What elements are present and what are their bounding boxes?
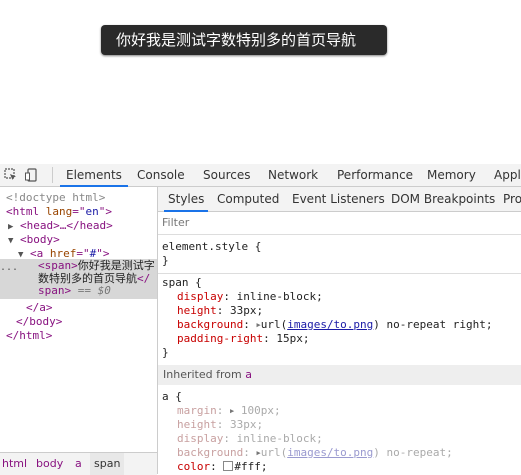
inherited-section-header: Inherited from a: [158, 365, 521, 385]
url-prefix: url(: [260, 318, 288, 331]
property-name: margin: [177, 404, 217, 417]
devtools-main-toolbar: Elements Console Sources Network Perform…: [0, 164, 521, 187]
html-lang-attr: lang: [45, 205, 73, 218]
a-rule: a { margin: ▶ 100px; height: 33px; displ…: [158, 389, 521, 474]
inspect-element-icon[interactable]: [4, 168, 18, 182]
inherited-from-link[interactable]: a: [245, 368, 252, 381]
devtools: Elements Console Sources Network Perform…: [0, 164, 521, 475]
rule-close-brace: }: [162, 254, 169, 267]
collapse-triangle-icon[interactable]: ▼: [8, 236, 13, 246]
property-name: display: [177, 290, 224, 303]
tab-application[interactable]: Appli: [494, 164, 521, 186]
tab-dom-breakpoints[interactable]: DOM Breakpoints: [391, 187, 495, 211]
nav-button[interactable]: 你好我是测试字数特别多的首页导航: [101, 25, 387, 55]
property-name: height: [177, 418, 217, 431]
body-close-tag: </body>: [16, 315, 63, 328]
a-display-decl[interactable]: display: inline-block;: [177, 432, 323, 446]
rule-divider: [158, 273, 521, 274]
property-value: 33px;: [230, 418, 264, 431]
head-collapsed-tag: <head>…</head>: [20, 219, 113, 232]
property-name: background: [177, 446, 244, 459]
breadcrumb: html body a span: [0, 452, 157, 475]
property-name: display: [177, 432, 224, 445]
property-value: inline-block;: [236, 432, 323, 445]
toolbar-divider: [52, 167, 53, 183]
property-name: height: [177, 304, 217, 317]
a-height-decl[interactable]: height: 33px;: [177, 418, 263, 432]
tab-computed[interactable]: Computed: [217, 187, 279, 211]
html-node[interactable]: <html lang="en">: [6, 205, 112, 218]
a-color-decl[interactable]: color: #fff;: [177, 460, 268, 474]
a-margin-decl[interactable]: margin: ▶ 100px;: [177, 404, 281, 418]
tab-performance[interactable]: Performance: [337, 164, 413, 186]
page-preview: 你好我是测试字数特别多的首页导航: [0, 0, 521, 164]
breadcrumb-html[interactable]: html: [2, 453, 27, 475]
tab-sources[interactable]: Sources: [203, 164, 250, 186]
element-style-rule: element.style { }: [158, 238, 521, 272]
styles-panel: Styles Computed Event Listeners DOM Brea…: [158, 187, 521, 474]
image-url-link[interactable]: images/to.png: [287, 318, 373, 331]
a-background-decl[interactable]: background: ▶url(images/to.png) no-repea…: [177, 446, 453, 460]
span-background-decl[interactable]: background: ▶url(images/to.png) no-repea…: [177, 318, 493, 332]
rule-close-brace: }: [162, 346, 169, 359]
body-node[interactable]: ▼ <body>: [8, 233, 60, 248]
span-padding-decl[interactable]: padding-right: 15px;: [177, 332, 309, 346]
property-value: #fff;: [234, 460, 268, 473]
span-height-decl[interactable]: height: 33px;: [177, 304, 263, 318]
tab-network[interactable]: Network: [268, 164, 318, 186]
html-attr-eq: =": [72, 205, 86, 218]
html-attr-close: ">: [98, 205, 112, 218]
node-menu-dots[interactable]: ...: [0, 261, 18, 274]
html-close-tag: </html>: [6, 329, 53, 342]
url-rest: ) no-repeat right;: [373, 318, 493, 331]
styles-filter-input[interactable]: [162, 215, 502, 230]
html-lang-value: en: [85, 205, 99, 218]
property-value: 15px;: [276, 332, 310, 345]
span-selector[interactable]: span {: [162, 276, 202, 290]
dom-tree-panel: <!doctype html> <html lang="en"> ▶ <head…: [0, 187, 157, 452]
image-url-link[interactable]: images/to.png: [287, 446, 373, 459]
url-prefix: url(: [260, 446, 288, 459]
device-toolbar-icon[interactable]: [25, 168, 39, 182]
color-swatch-icon[interactable]: [223, 461, 234, 471]
selected-node-marker: == $0: [77, 284, 111, 297]
expand-triangle-icon[interactable]: ▶: [8, 222, 13, 232]
element-style-selector[interactable]: element.style {: [162, 240, 261, 254]
nav-button-label: 你好我是测试字数特别多的首页导航: [116, 31, 357, 49]
tab-memory[interactable]: Memory: [427, 164, 476, 186]
filter-row: [158, 212, 521, 235]
breadcrumb-body[interactable]: body: [36, 453, 63, 475]
html-open-tag: <html: [6, 205, 40, 218]
a-close-tag: </a>: [26, 301, 53, 314]
expand-triangle-icon[interactable]: ▶: [230, 407, 234, 415]
url-rest: ) no-repeat;: [373, 446, 453, 459]
property-value: 100px;: [240, 404, 281, 417]
a-selector[interactable]: a {: [162, 390, 182, 404]
breadcrumb-a[interactable]: a: [75, 453, 82, 475]
property-name: background: [177, 318, 244, 331]
span-node[interactable]: <span>你好我是测试字数特别多的首页导航</span> == $0: [38, 259, 155, 298]
tab-event-listeners[interactable]: Event Listeners: [292, 187, 385, 211]
doctype-line: <!doctype html>: [6, 191, 106, 204]
span-display-decl[interactable]: display: inline-block;: [177, 290, 323, 304]
tab-console[interactable]: Console: [137, 164, 185, 186]
tab-styles[interactable]: Styles: [164, 187, 209, 212]
head-node[interactable]: ▶ <head>…</head>: [8, 219, 113, 234]
span-rule: span { display: inline-block; height: 33…: [158, 275, 521, 361]
tab-properties[interactable]: Pro: [503, 187, 521, 211]
property-value: 33px;: [230, 304, 264, 317]
breadcrumb-span[interactable]: span: [90, 453, 125, 475]
property-name: padding-right: [177, 332, 264, 345]
body-open-tag: <body>: [20, 233, 60, 246]
inherited-label: Inherited from: [163, 368, 242, 381]
span-open-tag: <span>: [38, 259, 78, 272]
property-name: color: [177, 460, 211, 473]
property-value: inline-block;: [236, 290, 323, 303]
tab-elements[interactable]: Elements: [60, 164, 128, 187]
styles-sub-toolbar: Styles Computed Event Listeners DOM Brea…: [158, 187, 521, 212]
